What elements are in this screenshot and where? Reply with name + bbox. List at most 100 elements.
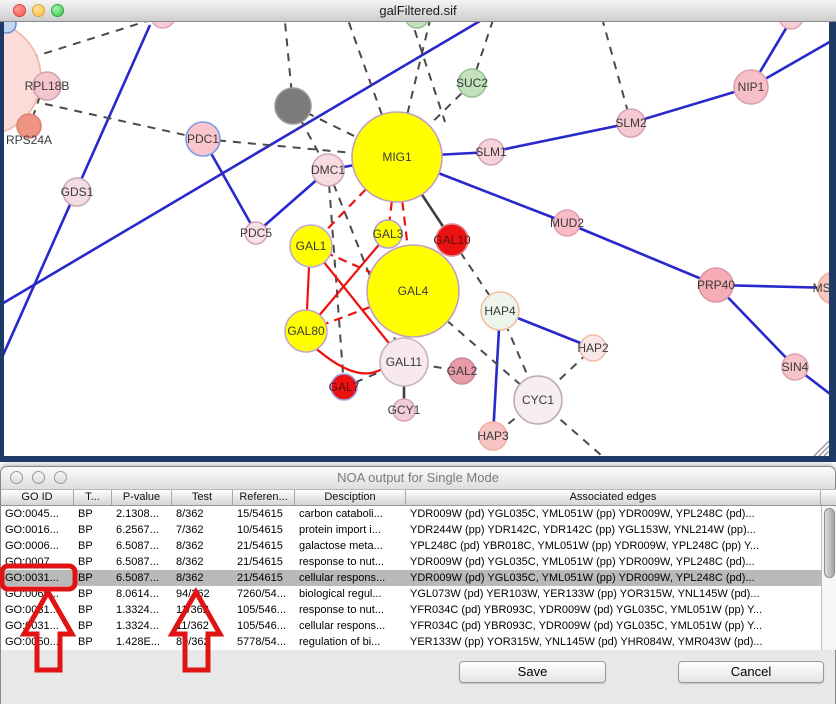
column-header-test[interactable]: Test — [172, 490, 233, 505]
network-edge[interactable] — [602, 22, 631, 123]
table-cell: BP — [78, 618, 110, 634]
table-cell: 15/54615 — [237, 506, 293, 522]
table-cell: GO:0007... — [5, 554, 72, 570]
table-cell: 21/54615 — [237, 570, 293, 586]
table-cell: 2.1308... — [116, 506, 170, 522]
table-cell: GO:0050... — [5, 634, 72, 650]
table-cell: YFR034C (pd) YBR093C, YDR009W (pd) YGL03… — [410, 602, 819, 618]
table-cell: YGL073W (pd) YER103W, YER133W (pp) YOR31… — [410, 586, 819, 602]
table-cell: GO:0031... — [5, 602, 72, 618]
node-label-GDS1: GDS1 — [61, 185, 94, 199]
table-cell: YPL248C (pd) YBR018C, YML051W (pp) YDR00… — [410, 538, 819, 554]
column-header-associated-edges[interactable]: Associated edges — [406, 490, 821, 505]
minimize-icon[interactable] — [32, 4, 45, 17]
save-button[interactable]: Save — [459, 661, 606, 683]
table-cell: 6.5087... — [116, 570, 170, 586]
table-cell: 1.3324... — [116, 602, 170, 618]
column-header-desciption[interactable]: Desciption — [295, 490, 406, 505]
network-title-bar[interactable]: galFiltered.sif — [0, 0, 836, 22]
node-label-GAL2: GAL2 — [447, 364, 478, 378]
node-label-SUC2: SUC2 — [456, 76, 488, 90]
node-label-RPL18B: RPL18B — [25, 79, 70, 93]
table-cell: GO:0031... — [5, 618, 72, 634]
node-label-GAL3: GAL3 — [373, 227, 404, 241]
network-edge[interactable] — [491, 123, 631, 152]
node-label-SLM2: SLM2 — [615, 116, 647, 130]
noa-title-bar[interactable]: NOA output for Single Mode — [1, 467, 835, 490]
table-cell: 94/362 — [176, 586, 231, 602]
table-row[interactable]: GO:0031...BP1.3324...11/362105/546...res… — [1, 602, 821, 618]
table-cell: 8/362 — [176, 554, 231, 570]
network-edge[interactable] — [312, 345, 386, 373]
network-window-title: galFiltered.sif — [0, 0, 836, 21]
table-cell: response to nut... — [299, 602, 404, 618]
table-cell: BP — [78, 586, 110, 602]
table-cell: response to nut... — [299, 554, 404, 570]
table-cell: GO:0065... — [5, 586, 72, 602]
table-cell: BP — [78, 602, 110, 618]
network-canvas[interactable]: RPL18BRPS24AGDS1PDC1PDC5DMC1MIG1SUC2SLM1… — [0, 22, 836, 456]
node-unlabeled[interactable] — [779, 22, 803, 29]
table-cell: 8/362 — [176, 506, 231, 522]
table-cell: 5778/54... — [237, 634, 293, 650]
table-row[interactable]: GO:0045...BP2.1308...8/36215/54615carbon… — [1, 506, 821, 522]
table-cell: BP — [78, 522, 110, 538]
table-cell: 8.0614... — [116, 586, 170, 602]
column-header-go-id[interactable]: GO ID — [1, 490, 74, 505]
scrollbar-thumb[interactable] — [824, 508, 835, 578]
network-edge[interactable] — [45, 104, 203, 139]
table-cell: 7260/54... — [237, 586, 293, 602]
network-edge[interactable] — [410, 22, 445, 122]
window-border-right — [829, 22, 836, 462]
table-cell: YDR009W (pd) YGL035C, YML051W (pp) YDR00… — [410, 570, 819, 586]
node-label-PRP40: PRP40 — [697, 278, 735, 292]
table-cell: 6.5087... — [116, 538, 170, 554]
table-cell: BP — [78, 634, 110, 650]
close-icon[interactable] — [10, 471, 23, 484]
minimize-icon[interactable] — [32, 471, 45, 484]
table-row[interactable]: GO:0065...BP8.0614...94/3627260/54...bio… — [1, 586, 821, 602]
node-unlabeled[interactable] — [151, 22, 175, 28]
node-unlabeled[interactable] — [405, 22, 429, 28]
table-header: GO IDT...P-valueTestReferen...Desciption… — [1, 489, 836, 506]
table-row[interactable]: GO:0007...BP6.5087...8/36221/54615respon… — [1, 554, 821, 570]
close-icon[interactable] — [13, 4, 26, 17]
table-cell: GO:0045... — [5, 506, 72, 522]
table-cell: regulation of bi... — [299, 634, 404, 650]
vertical-scrollbar[interactable] — [821, 506, 836, 650]
table-row[interactable]: GO:0031...BP1.3324...11/362105/546...cel… — [1, 618, 821, 634]
node-label-NIP1: NIP1 — [738, 80, 765, 94]
table-row[interactable]: GO:0016...BP6.2567...7/36210/54615protei… — [1, 522, 821, 538]
table-row[interactable]: GO:0050...BP1.428E...80/3625778/54...reg… — [1, 634, 821, 650]
table-row[interactable]: GO:0031...BP6.5087...8/36221/54615cellul… — [1, 570, 821, 586]
table-cell: YDR009W (pd) YGL035C, YML051W (pp) YDR00… — [410, 506, 819, 522]
table-body: GO:0045...BP2.1308...8/36215/54615carbon… — [1, 506, 821, 650]
network-edge[interactable] — [567, 223, 716, 285]
table-cell: BP — [78, 506, 110, 522]
table-cell: 80/362 — [176, 634, 231, 650]
node-label-GAL11: GAL11 — [386, 355, 423, 369]
table-cell: 8/362 — [176, 570, 231, 586]
table-cell: 11/362 — [176, 602, 231, 618]
table-cell: 21/54615 — [237, 554, 293, 570]
table-cell: 8/362 — [176, 538, 231, 554]
column-header-referen-[interactable]: Referen... — [233, 490, 295, 505]
column-header-p-value[interactable]: P-value — [112, 490, 172, 505]
table-row[interactable]: GO:0006...BP6.5087...8/36221/54615galact… — [1, 538, 821, 554]
node-label-MUD2: MUD2 — [550, 216, 584, 230]
table-cell: 1.3324... — [116, 618, 170, 634]
zoom-icon[interactable] — [51, 4, 64, 17]
table-cell: 21/54615 — [237, 538, 293, 554]
column-header-t-[interactable]: T... — [74, 490, 112, 505]
node-label-GAL10: GAL10 — [433, 233, 471, 247]
node-label-GAL4: GAL4 — [398, 284, 429, 298]
node-unlabeled[interactable] — [275, 88, 311, 124]
resize-grip-icon[interactable] — [819, 446, 829, 456]
network-edge[interactable] — [631, 87, 751, 123]
table-cell: GO:0016... — [5, 522, 72, 538]
cancel-button[interactable]: Cancel — [678, 661, 824, 683]
node-label-PDC5: PDC5 — [240, 226, 272, 240]
zoom-icon[interactable] — [54, 471, 67, 484]
table-cell: 10/54615 — [237, 522, 293, 538]
node-label-SLM1: SLM1 — [475, 145, 507, 159]
